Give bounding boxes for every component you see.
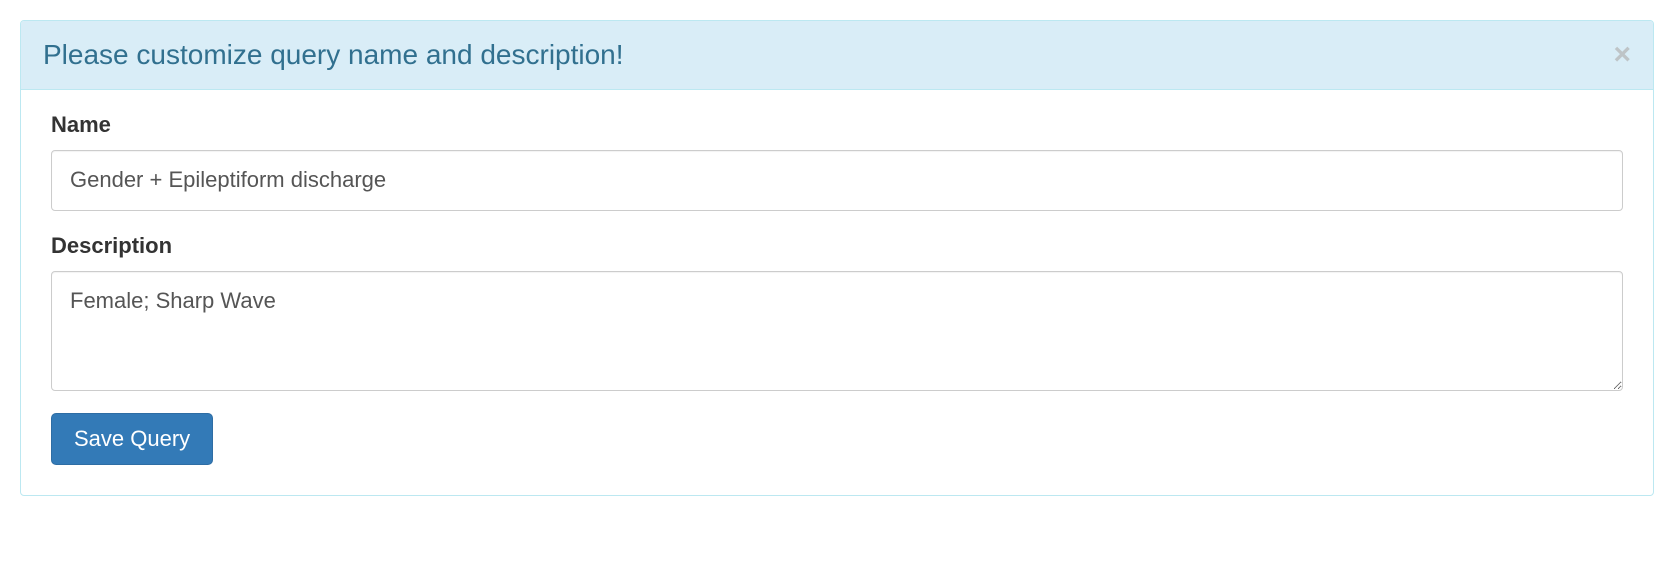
close-icon[interactable]: ×	[1613, 40, 1631, 70]
description-label: Description	[51, 233, 1623, 259]
description-input[interactable]	[51, 271, 1623, 391]
query-customize-panel: Please customize query name and descript…	[20, 20, 1654, 496]
panel-heading: Please customize query name and descript…	[21, 21, 1653, 90]
save-query-button[interactable]: Save Query	[51, 413, 213, 465]
name-group: Name	[51, 112, 1623, 211]
description-group: Description	[51, 233, 1623, 391]
panel-body: Name Description Save Query	[21, 90, 1653, 495]
name-label: Name	[51, 112, 1623, 138]
name-input[interactable]	[51, 150, 1623, 211]
panel-title: Please customize query name and descript…	[43, 39, 624, 71]
